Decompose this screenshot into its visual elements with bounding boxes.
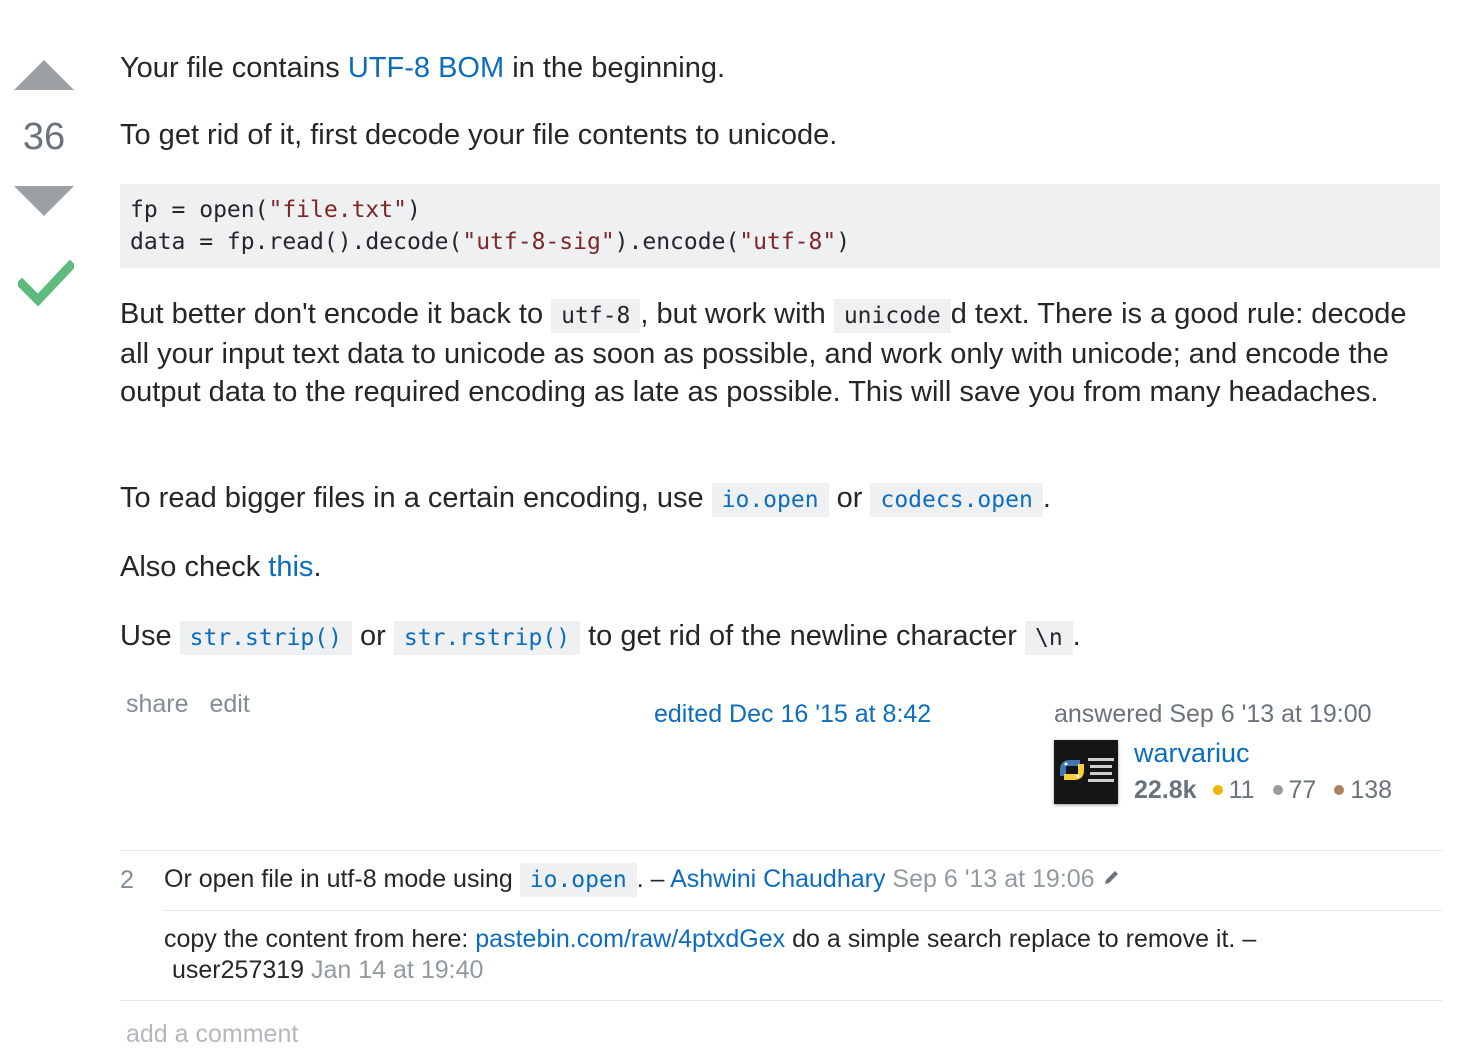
add-comment-link[interactable]: add a comment bbox=[126, 1020, 298, 1049]
bronze-badge-count: 138 bbox=[1350, 776, 1393, 804]
comment-score: 2 bbox=[120, 866, 134, 894]
inline-code: utf-8 bbox=[551, 299, 641, 333]
str-strip-link[interactable]: str.strip() bbox=[179, 621, 352, 655]
user-name-link[interactable]: warvariuc bbox=[1134, 738, 1250, 769]
text: in the beginning. bbox=[504, 52, 726, 84]
silver-badge-icon bbox=[1272, 784, 1283, 795]
paragraph: Also check this. bbox=[120, 551, 322, 583]
paragraph: To get rid of it, first decode your file… bbox=[120, 119, 838, 151]
comment-date: Jan 14 at 19:40 bbox=[311, 956, 484, 984]
checkmark-icon bbox=[18, 259, 74, 307]
comment-user-link[interactable]: Ashwini Chaudhary bbox=[670, 865, 885, 893]
silver-badge-count: 77 bbox=[1288, 776, 1317, 804]
divider bbox=[120, 1000, 1442, 1001]
code-line: data = fp.read().decode("utf-8-sig").enc… bbox=[130, 229, 851, 255]
divider bbox=[164, 910, 1442, 911]
code-line: fp = open("file.txt") bbox=[130, 197, 421, 223]
io-open-link[interactable]: io.open bbox=[519, 863, 637, 897]
edit-link[interactable]: edit bbox=[210, 690, 250, 718]
this-link[interactable]: this bbox=[268, 551, 313, 583]
inline-code: \n bbox=[1024, 621, 1073, 655]
code-block: fp = open("file.txt") data = fp.read().d… bbox=[120, 184, 1440, 268]
arrow-up-icon[interactable] bbox=[14, 60, 74, 90]
inline-code: unicode bbox=[833, 299, 951, 333]
paragraph: Use str.strip() or str.rstrip() to get r… bbox=[120, 617, 1081, 657]
share-link[interactable]: share bbox=[126, 690, 189, 718]
io-open-link[interactable]: io.open bbox=[711, 483, 829, 517]
divider bbox=[120, 850, 1442, 851]
python-logo-icon bbox=[1054, 740, 1118, 804]
reputation-score: 22.8k bbox=[1134, 776, 1197, 804]
comment: copy the content from here: pastebin.com… bbox=[164, 925, 1257, 984]
text: Your file contains bbox=[120, 52, 348, 84]
comment-date: Sep 6 '13 at 19:06 bbox=[892, 865, 1095, 893]
pencil-icon[interactable] bbox=[1102, 867, 1122, 887]
paragraph: To read bigger files in a certain encodi… bbox=[120, 479, 1051, 519]
avatar[interactable] bbox=[1054, 740, 1118, 804]
gold-badge-icon bbox=[1212, 784, 1223, 795]
comment-user[interactable]: user257319 bbox=[172, 956, 304, 984]
arrow-down-icon[interactable] bbox=[14, 186, 74, 216]
gold-badge-count: 11 bbox=[1228, 776, 1255, 804]
pastebin-link[interactable]: pastebin.com/raw/4ptxdGex bbox=[475, 925, 785, 953]
edited-timestamp-link[interactable]: edited Dec 16 '15 at 8:42 bbox=[654, 700, 931, 729]
paragraph: Your file contains UTF-8 BOM in the begi… bbox=[120, 49, 725, 87]
bronze-badge-icon bbox=[1334, 784, 1345, 795]
reputation: 22.8k 11 77 138 bbox=[1134, 776, 1404, 805]
codecs-open-link[interactable]: codecs.open bbox=[870, 483, 1043, 517]
utf8-bom-link[interactable]: UTF-8 BOM bbox=[348, 52, 504, 84]
paragraph: But better don't encode it back to utf-8… bbox=[120, 298, 1407, 408]
vote-count: 36 bbox=[22, 116, 66, 158]
comment: Or open file in utf-8 mode using io.open… bbox=[164, 863, 1122, 897]
answered-timestamp: answered Sep 6 '13 at 19:00 bbox=[1054, 700, 1372, 728]
post-menu: share edit bbox=[126, 690, 264, 719]
str-rstrip-link[interactable]: str.rstrip() bbox=[393, 621, 581, 655]
